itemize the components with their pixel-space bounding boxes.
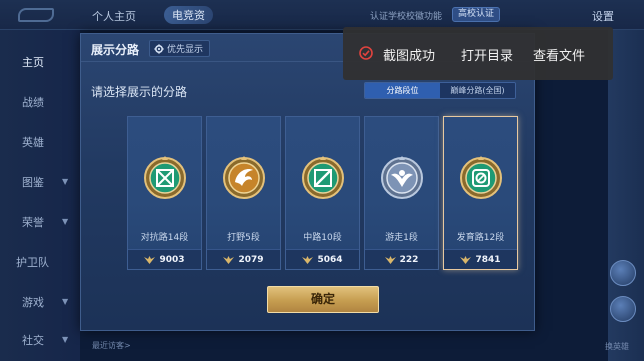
chevron-down-icon: ▼ xyxy=(62,177,69,186)
rank-wings-icon xyxy=(302,255,314,264)
lane-score-bar: 2079 xyxy=(207,249,280,269)
lane-label: 中路10段 xyxy=(303,233,342,243)
lane-card-jungle[interactable]: 打野5段 2079 xyxy=(206,116,281,270)
school-badge-hint[interactable]: 认证学校校徽功能 xyxy=(370,9,442,22)
lane-score: 2079 xyxy=(238,254,264,265)
farm-lane-emblem-icon xyxy=(460,156,502,199)
rank-wings-icon xyxy=(384,255,396,264)
priority-display-button[interactable]: 优先显示 xyxy=(149,40,211,57)
sidebar: 主页 战绩 英雄 图鉴 ▼ 荣誉 ▼ 护卫队 游戏 ▼ 社交 ▼ xyxy=(0,30,80,361)
tab-personal-home[interactable]: 个人主页 xyxy=(92,8,136,24)
avatar-orb-icon[interactable] xyxy=(610,260,636,286)
sidebar-item-label: 图鉴 xyxy=(22,176,44,189)
lane-card-top[interactable]: 对抗路14段 9003 xyxy=(127,116,202,270)
rank-wings-icon xyxy=(460,255,472,264)
dialog-title: 展示分路 xyxy=(91,43,140,57)
lane-score-bar: 7841 xyxy=(444,249,517,269)
sidebar-item-label: 游戏 xyxy=(22,296,44,309)
screenshot-success-text: 截图成功 xyxy=(383,49,436,64)
right-strip xyxy=(608,30,644,361)
tab-lane-rank[interactable]: 分路段位 xyxy=(365,83,440,98)
chevron-down-icon: ▼ xyxy=(62,217,69,226)
screenshot-toast: 截图成功 打开目录 查看文件 xyxy=(343,27,613,80)
lane-score: 5064 xyxy=(317,254,343,265)
confirm-button[interactable]: 确定 xyxy=(267,286,379,313)
priority-display-label: 优先显示 xyxy=(167,45,204,55)
rank-wings-icon xyxy=(144,255,156,264)
sidebar-item-label: 荣誉 xyxy=(22,216,44,229)
chevron-down-icon: ▼ xyxy=(62,335,69,344)
mid-lane-emblem-icon xyxy=(302,156,344,199)
top-bar: 个人主页 电竞资 认证学校校徽功能 高校认证 设置 xyxy=(0,0,644,30)
sidebar-item-label: 社交 xyxy=(22,334,44,347)
lane-label: 发育路12段 xyxy=(456,233,505,243)
lane-score: 222 xyxy=(399,254,419,265)
change-hero-button[interactable]: 换英雄 xyxy=(605,341,629,352)
lane-score-bar: 222 xyxy=(365,249,438,269)
select-lane-prompt: 请选择展示的分路 xyxy=(91,85,188,99)
lane-score-bar: 9003 xyxy=(128,249,201,269)
lane-label: 游走1段 xyxy=(385,233,418,243)
lane-score-bar: 5064 xyxy=(286,249,359,269)
sidebar-item-home[interactable]: 主页 xyxy=(0,54,80,70)
lane-mode-segmented: 分路段位 巅峰分路(全国) xyxy=(364,82,516,99)
campus-cert-badge[interactable]: 高校认证 xyxy=(452,7,501,22)
sidebar-item-heroes[interactable]: 英雄 xyxy=(0,134,80,150)
game-logo-icon xyxy=(18,8,54,22)
check-circle-icon xyxy=(359,46,373,60)
lane-card-mid[interactable]: 中路10段 5064 xyxy=(285,116,360,270)
jungle-emblem-icon xyxy=(223,156,265,199)
lane-label: 对抗路14段 xyxy=(140,233,189,243)
view-file-button[interactable]: 查看文件 xyxy=(533,45,585,64)
lane-label: 打野5段 xyxy=(227,233,260,243)
avatar-orb-icon[interactable] xyxy=(610,296,636,322)
open-directory-button[interactable]: 打开目录 xyxy=(461,45,513,64)
gear-icon xyxy=(154,43,164,54)
settings-link[interactable]: 设置 xyxy=(592,8,614,24)
top-lane-emblem-icon xyxy=(144,156,186,199)
tab-esports[interactable]: 电竞资 xyxy=(164,6,213,24)
tab-peak-lane[interactable]: 巅峰分路(全国) xyxy=(440,83,515,98)
lane-score: 7841 xyxy=(475,254,501,265)
chevron-down-icon: ▼ xyxy=(62,297,69,306)
rank-wings-icon xyxy=(223,255,235,264)
sidebar-item-guard[interactable]: 护卫队 xyxy=(0,254,80,270)
lane-score: 9003 xyxy=(159,254,185,265)
lane-card-farm[interactable]: 发育路12段 7841 xyxy=(443,116,518,270)
recent-visitors-link[interactable]: 最近访客> xyxy=(92,340,131,351)
sidebar-item-records[interactable]: 战绩 xyxy=(0,94,80,110)
lane-card-roam[interactable]: 游走1段 222 xyxy=(364,116,439,270)
roam-emblem-icon xyxy=(381,156,423,199)
